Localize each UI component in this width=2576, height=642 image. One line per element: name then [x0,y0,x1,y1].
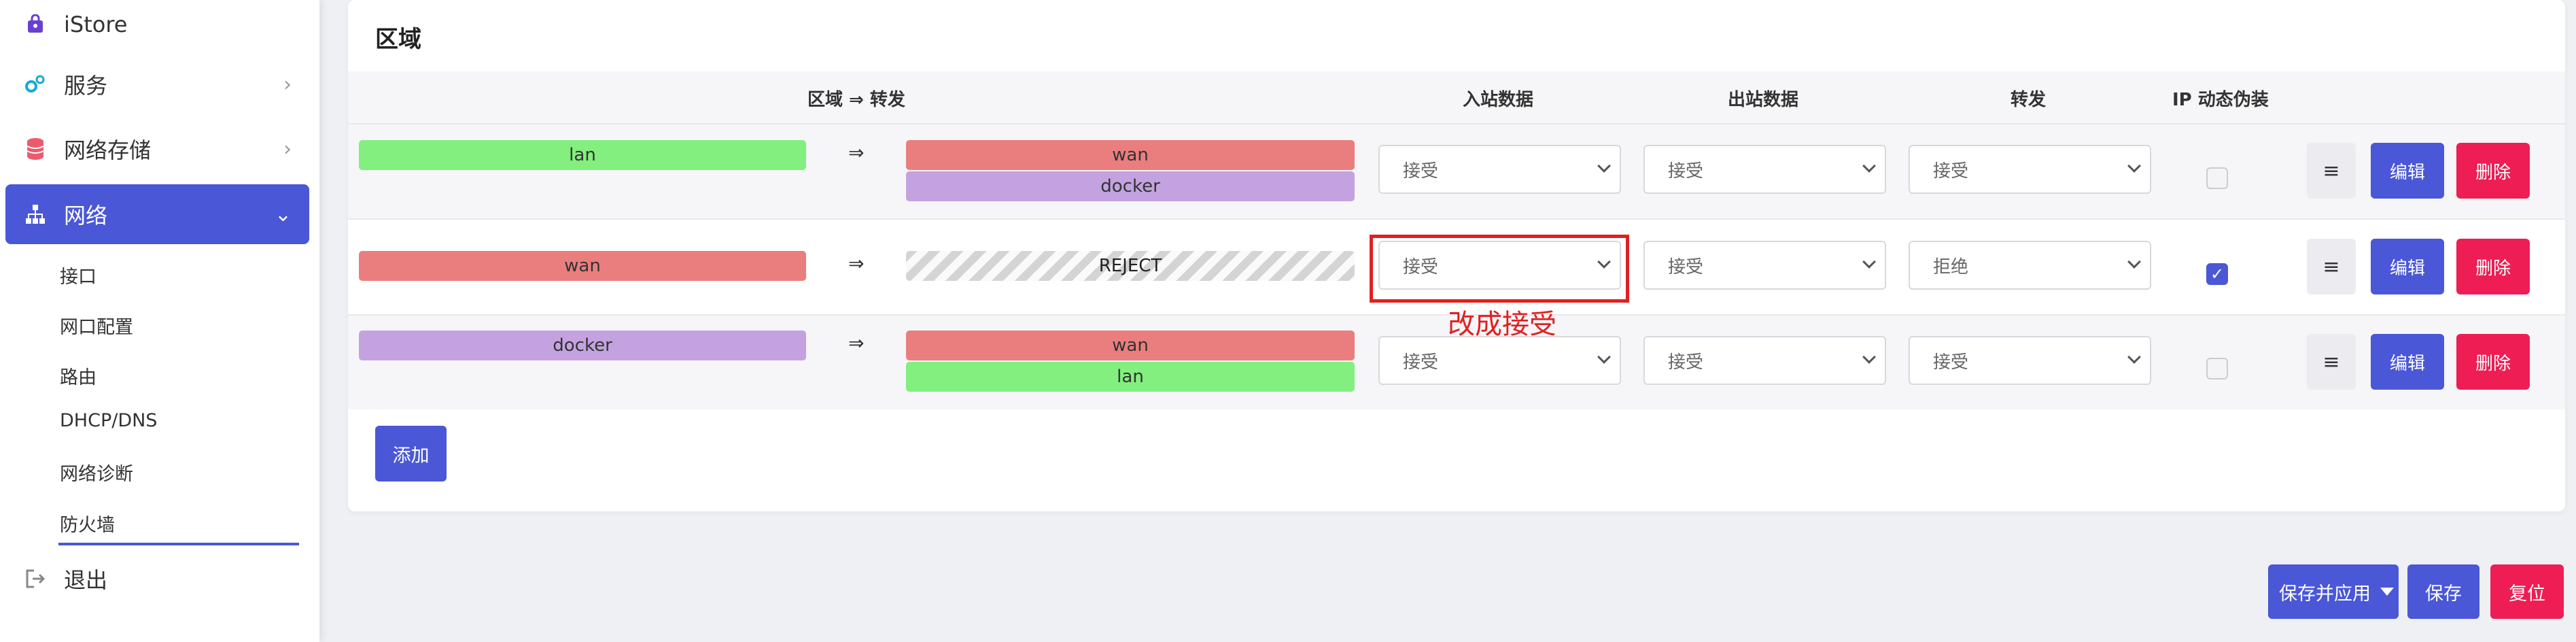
caret-down-icon [2380,588,2394,596]
row-divider [348,218,2565,220]
select-value: 接受 [1668,160,1704,182]
sidebar: iStore 服务 › 网络存储 › 网络 ⌄ 接口 网口配置 路由 DHCP/… [0,0,319,642]
row-menu-button[interactable]: ≡ [2307,334,2356,390]
delete-button[interactable]: 删除 [2456,143,2530,199]
sidebar-item-network[interactable]: 网络 ⌄ [5,184,309,244]
chevron-down-icon [1597,159,1611,173]
sidebar-sub-routes[interactable]: 路由 [60,362,97,389]
forward-badge-wan: wan [906,140,1355,170]
chevron-down-icon [1862,350,1876,364]
row-menu-button[interactable]: ≡ [2307,143,2356,199]
chevron-down-icon [2127,255,2141,269]
chevron-down-icon [2127,159,2141,173]
chevron-right-icon: › [283,72,292,97]
sidebar-item-label: 服务 [64,73,108,99]
logout-icon [23,567,48,591]
forward-arrow: ⇒ [848,141,865,164]
output-policy-select[interactable]: 接受 [1643,336,1886,385]
zone-badge-wan: wan [359,251,806,281]
sidebar-item-label: 退出 [64,567,108,593]
save-apply-button[interactable]: 保存并应用 [2268,564,2399,619]
forward-badge-reject: REJECT [906,251,1355,281]
select-value: 接受 [1403,352,1439,373]
sidebar-sub-interfaces[interactable]: 接口 [60,262,97,288]
reset-button[interactable]: 复位 [2490,564,2564,619]
chevron-right-icon: › [283,137,292,161]
edit-button[interactable]: 编辑 [2371,239,2444,294]
row-menu-button[interactable]: ≡ [2307,239,2356,294]
sidebar-item-logout[interactable]: 退出 [5,549,309,609]
masquerade-checkbox[interactable]: ✓ [2206,263,2228,285]
chevron-down-icon [2127,350,2141,364]
select-value: 接受 [1933,352,1969,373]
chevron-down-icon: ⌄ [274,202,292,226]
annotation-highlight-box [1370,235,1629,303]
col-forward: 转发 [2011,90,2047,110]
output-policy-select[interactable]: 接受 [1643,145,1886,194]
masquerade-checkbox[interactable] [2206,167,2228,189]
check-icon: ✓ [2210,265,2225,284]
forward-arrow: ⇒ [848,252,865,275]
delete-button[interactable]: 删除 [2456,334,2530,390]
save-apply-label: 保存并应用 [2279,583,2371,605]
input-policy-select[interactable]: 接受 [1378,145,1621,194]
network-icon [23,202,48,226]
sidebar-item-istore[interactable]: iStore [5,0,309,54]
annotation-text: 改成接受 [1448,309,1556,340]
forward-badge-docker: docker [906,171,1355,201]
delete-button[interactable]: 删除 [2456,239,2530,294]
select-value: 接受 [1668,352,1704,373]
sidebar-item-label: iStore [64,12,128,37]
forward-policy-select[interactable]: 接受 [1909,145,2151,194]
database-icon [23,137,48,161]
select-value: 接受 [1933,160,1969,182]
chevron-down-icon [1862,159,1876,173]
select-value: 拒绝 [1933,256,1969,277]
forward-badge-wan: wan [906,331,1355,360]
sidebar-item-label: 网络 [64,203,108,229]
sidebar-sub-port-config[interactable]: 网口配置 [60,312,133,339]
edit-button[interactable]: 编辑 [2371,334,2444,390]
gears-icon [23,72,48,97]
sidebar-sub-firewall[interactable]: 防火墙 [60,510,115,537]
chevron-down-icon [1862,255,1876,269]
sidebar-item-storage[interactable]: 网络存储 › [5,119,309,179]
col-output: 出站数据 [1728,90,1799,110]
masquerade-checkbox[interactable] [2206,358,2228,379]
sidebar-item-label: 网络存储 [64,137,152,163]
sidebar-sub-dhcp-dns[interactable]: DHCP/DNS [60,410,157,431]
col-zone-forward: 区域 ⇒ 转发 [807,90,905,110]
row-divider [348,123,2565,124]
forward-arrow: ⇒ [848,332,865,354]
save-button[interactable]: 保存 [2407,564,2479,619]
select-value: 接受 [1403,160,1439,182]
sidebar-sub-diagnostics[interactable]: 网络诊断 [60,459,133,486]
active-indicator [58,543,299,545]
col-input: 入站数据 [1463,90,1534,110]
forward-policy-select[interactable]: 接受 [1909,336,2151,385]
input-policy-select[interactable]: 接受 [1378,336,1621,385]
chevron-down-icon [1597,350,1611,364]
forward-badge-lan: lan [906,362,1355,392]
forward-policy-select[interactable]: 拒绝 [1909,241,2151,290]
sidebar-item-services[interactable]: 服务 › [5,54,309,114]
add-zone-button[interactable]: 添加 [375,426,447,482]
col-masquerade: IP 动态伪装 [2172,90,2269,110]
section-title: 区域 [375,26,421,53]
bag-icon [23,12,48,37]
select-value: 接受 [1668,256,1704,277]
edit-button[interactable]: 编辑 [2371,143,2444,199]
output-policy-select[interactable]: 接受 [1643,241,1886,290]
zone-badge-lan: lan [359,140,806,170]
zone-badge-docker: docker [359,331,806,360]
